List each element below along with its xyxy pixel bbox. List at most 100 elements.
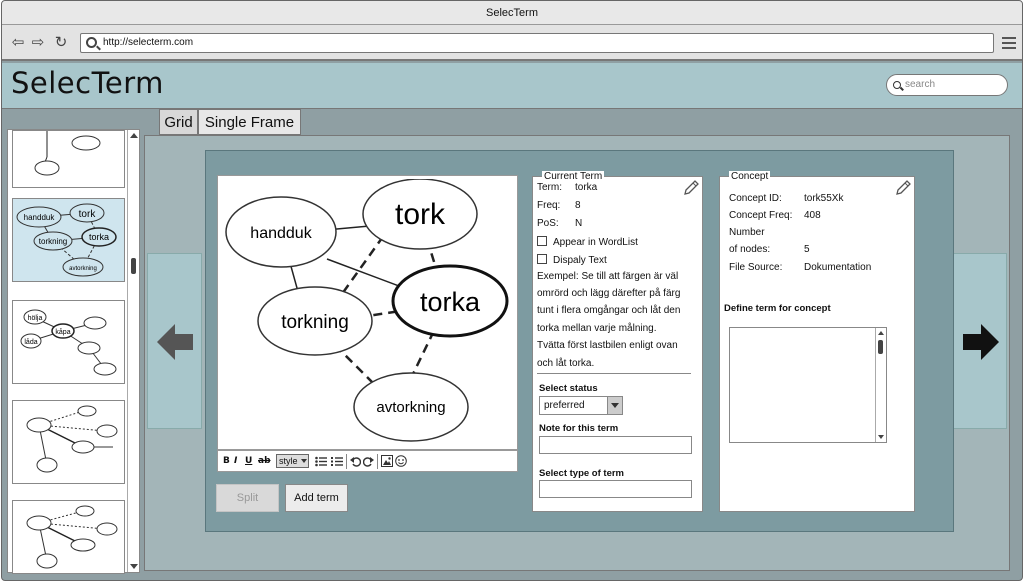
example-line: omrörd och lägg därefter på färg — [537, 288, 681, 299]
nodes-label-line2: of nodes: — [729, 244, 771, 255]
concept-panel: Concept Concept ID: tork55Xk Concept Freq… — [719, 171, 915, 512]
scroll-handle[interactable] — [878, 340, 883, 354]
define-term-textarea[interactable] — [729, 327, 887, 443]
thumbnail-item[interactable]: hölja kåpa låda — [12, 300, 125, 384]
thumb-node-label: torka — [89, 232, 109, 242]
freq-value: 8 — [575, 200, 581, 211]
example-line: och låt torka. — [537, 358, 595, 369]
example-line: Tvätta först lastbilen enligt ovan — [537, 340, 678, 351]
previous-button[interactable] — [147, 253, 202, 429]
menu-icon[interactable] — [1002, 37, 1016, 49]
thumb-node-label: tork — [79, 209, 97, 220]
term-value: torka — [575, 182, 598, 193]
appear-in-wordlist-checkbox[interactable]: Appear in WordList — [537, 236, 638, 248]
pos-value: N — [575, 218, 583, 229]
search-icon — [893, 81, 901, 89]
graph-node-label: torka — [420, 287, 481, 317]
scroll-down-icon[interactable] — [130, 564, 138, 569]
appear-label: Appear in WordList — [553, 237, 638, 248]
file-source-value: Dokumentation — [804, 262, 872, 273]
graph-node-label: torkning — [281, 312, 349, 333]
freq-label: Freq: — [537, 200, 561, 211]
thumbnail-item[interactable] — [12, 130, 125, 188]
thumb-node-label: handduk — [24, 213, 56, 222]
status-value: preferred — [544, 400, 585, 411]
edit-pencil-icon[interactable] — [682, 179, 700, 197]
browser-window: SelecTerm ⇦ ⇨ ↻ http://selecterm.com Sel… — [1, 0, 1023, 581]
underline-button[interactable]: U — [245, 456, 252, 466]
thumb-node-label: avtorkning — [69, 266, 97, 272]
numbered-list-icon[interactable] — [331, 456, 343, 467]
split-button[interactable]: Split — [216, 484, 279, 512]
example-line: Exempel: Se till att färgen är väl — [537, 271, 679, 282]
back-icon[interactable]: ⇦ — [9, 33, 27, 51]
scroll-up-icon[interactable] — [878, 331, 884, 335]
single-frame: handduk tork torkning torka avtorkning B… — [205, 150, 954, 532]
style-dropdown[interactable]: style — [276, 454, 309, 468]
arrow-right-icon — [963, 324, 999, 360]
concept-legend: Concept — [729, 171, 771, 182]
pos-label: PoS: — [537, 218, 559, 229]
emoji-icon[interactable] — [395, 455, 407, 467]
divider — [537, 373, 691, 374]
redo-icon[interactable] — [363, 456, 374, 467]
url-input[interactable]: http://selecterm.com — [80, 33, 994, 53]
textarea-scrollbar[interactable] — [875, 328, 886, 442]
thumbnail-item[interactable] — [12, 500, 125, 574]
note-label: Note for this term — [539, 423, 619, 434]
nodes-value: 5 — [804, 244, 810, 255]
undo-icon[interactable] — [350, 456, 361, 467]
define-term-label: Define term for concept — [724, 303, 831, 314]
thumbnail-scrollbar[interactable] — [127, 130, 139, 572]
status-label: Select status — [539, 383, 598, 394]
thumb-node-label: låda — [24, 338, 37, 346]
chevron-down-icon — [300, 459, 307, 463]
browser-toolbar: ⇦ ⇨ ↻ http://selecterm.com — [2, 25, 1022, 61]
strikethrough-button[interactable]: ab — [258, 456, 271, 466]
example-line: torka mellan varje målning. — [537, 323, 657, 334]
nodes-label-line1: Number — [729, 227, 765, 238]
thumbnail-list[interactable]: handduk tork torkning torka avtorkning h… — [7, 129, 140, 574]
thumbnail-item-selected[interactable]: handduk tork torkning torka avtorkning — [12, 198, 125, 282]
url-text: http://selecterm.com — [103, 37, 194, 48]
tab-single-frame[interactable]: Single Frame — [198, 109, 301, 135]
file-source-label: File Source: — [729, 262, 783, 273]
scroll-down-icon[interactable] — [878, 435, 884, 439]
italic-button[interactable]: I — [234, 456, 237, 466]
edit-pencil-icon[interactable] — [894, 179, 912, 197]
concept-graph-image: handduk tork torkning torka avtorkning — [217, 175, 518, 450]
tab-grid[interactable]: Grid — [159, 109, 198, 135]
window-title: SelecTerm — [2, 1, 1022, 25]
bold-button[interactable]: B — [223, 456, 230, 466]
style-dropdown-label: style — [279, 456, 298, 466]
term-type-input[interactable] — [539, 480, 692, 498]
concept-id-value: tork55Xk — [804, 193, 844, 204]
thumb-node-label: hölja — [28, 315, 43, 322]
image-icon[interactable] — [381, 455, 393, 467]
arrow-left-icon — [157, 324, 193, 360]
type-label: Select type of term — [539, 468, 624, 479]
chevron-down-icon — [607, 397, 622, 414]
main-area: handduk tork torkning torka avtorkning B… — [144, 135, 1010, 571]
current-term-panel: Current Term Term: torka Freq: 8 PoS: N App… — [532, 171, 703, 512]
reload-icon[interactable]: ↻ — [52, 33, 70, 51]
status-select[interactable]: preferred — [539, 396, 623, 415]
thumbnail-item[interactable] — [12, 400, 125, 484]
concept-graph: handduk tork torkning torka avtorkning — [225, 179, 509, 442]
graph-node-label: tork — [395, 198, 446, 231]
display-label: Dispaly Text — [553, 255, 607, 266]
scroll-up-icon[interactable] — [130, 133, 138, 138]
forward-icon[interactable]: ⇨ — [29, 33, 47, 51]
search-input[interactable]: search — [886, 74, 1008, 96]
concept-freq-label: Concept Freq: — [729, 210, 793, 221]
add-term-button[interactable]: Add term — [285, 484, 348, 512]
term-label: Term: — [537, 182, 562, 193]
app-logo: SelecTerm — [11, 66, 164, 100]
scroll-handle[interactable] — [131, 258, 136, 274]
thumb-node-label: torkning — [39, 237, 67, 246]
note-input[interactable] — [539, 436, 692, 454]
next-button[interactable] — [952, 253, 1007, 429]
display-text-checkbox[interactable]: Dispaly Text — [537, 254, 607, 266]
bullet-list-icon[interactable] — [315, 456, 327, 467]
current-term-legend: Current Term — [542, 171, 605, 182]
